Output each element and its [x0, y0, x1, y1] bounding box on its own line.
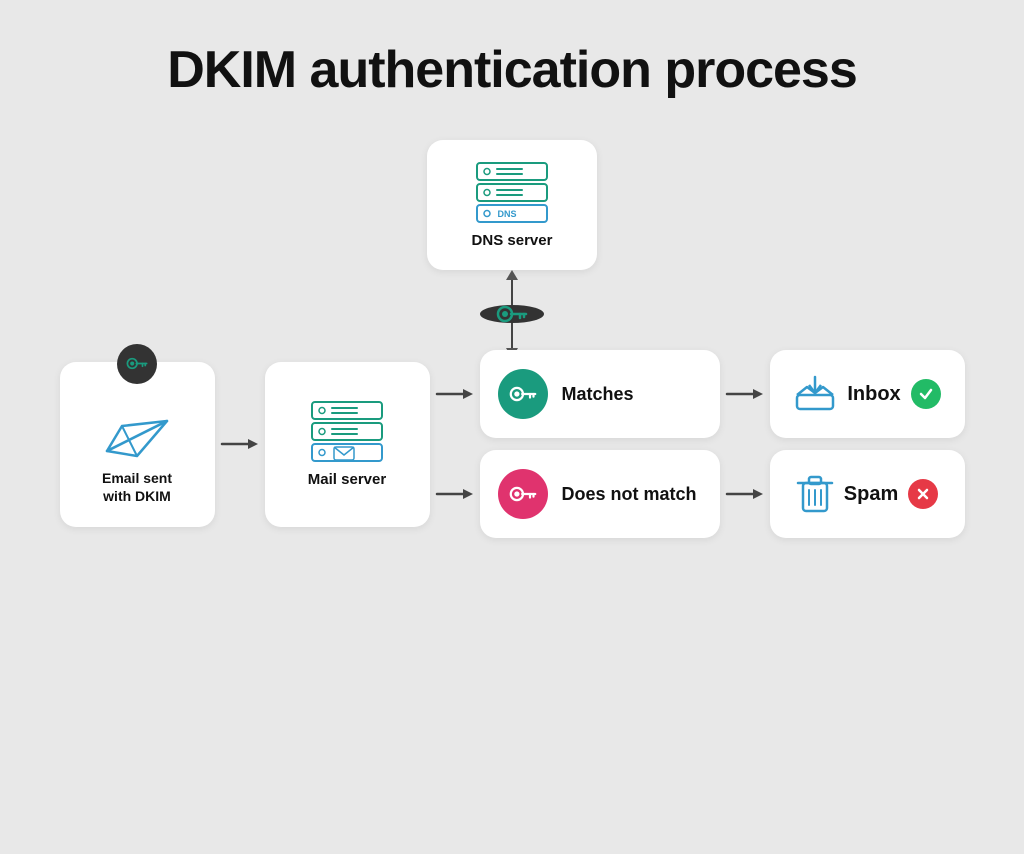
- arrow-up-head: [506, 270, 518, 280]
- checkmark-icon: [918, 386, 934, 402]
- arrow-mail-to-nomatch: [430, 484, 480, 504]
- email-label: Email sentwith DKIM: [102, 469, 172, 505]
- mail-server-icon: [302, 400, 392, 465]
- matches-text: Matches: [562, 384, 634, 405]
- key-icon-middle: [496, 305, 528, 323]
- dns-server-card: DNS DNS server: [427, 140, 597, 270]
- success-badge: [911, 379, 941, 409]
- main-row: Email sentwith DKIM: [60, 350, 965, 538]
- email-key-badge: [117, 344, 157, 384]
- arrow-email-to-mail: [215, 434, 265, 454]
- key-icon-matches: [509, 386, 537, 402]
- matches-card: Matches: [480, 350, 720, 438]
- mail-label: Mail server: [308, 471, 386, 488]
- matches-row: Matches: [430, 350, 965, 438]
- inbox-label: Inbox: [847, 383, 900, 406]
- inbox-card: Inbox: [770, 350, 965, 438]
- nomatch-key-circle: [498, 469, 548, 519]
- does-not-match-row: Does not match: [430, 450, 965, 538]
- arrow-nomatch-to-spam: [720, 484, 770, 504]
- spam-label: Spam: [844, 483, 898, 506]
- key-icon-email: [126, 357, 148, 370]
- trash-icon: [796, 473, 834, 515]
- paper-plane-icon: [102, 401, 172, 461]
- key-circle-middle: [480, 305, 544, 323]
- inbox-icon: [793, 375, 837, 413]
- arrow-matches-to-inbox: [720, 384, 770, 404]
- dns-icon: DNS: [467, 161, 557, 226]
- error-badge: [908, 479, 938, 509]
- key-icon-nomatch: [509, 486, 537, 502]
- arrow-up-line: [511, 280, 513, 305]
- nomatch-text: Does not match: [562, 484, 697, 505]
- dns-label: DNS server: [472, 232, 553, 249]
- page-title: DKIM authentication process: [167, 40, 857, 100]
- spam-card: Spam: [770, 450, 965, 538]
- mail-server-card: Mail server: [265, 362, 430, 527]
- does-not-match-card: Does not match: [480, 450, 720, 538]
- email-card: Email sentwith DKIM: [60, 362, 215, 527]
- matches-key-circle: [498, 369, 548, 419]
- arrow-down-line: [511, 323, 513, 348]
- svg-text:DNS: DNS: [497, 209, 516, 219]
- arrow-mail-to-matches: [430, 384, 480, 404]
- diagram: DNS DNS server: [0, 140, 1024, 538]
- x-icon: [916, 487, 930, 501]
